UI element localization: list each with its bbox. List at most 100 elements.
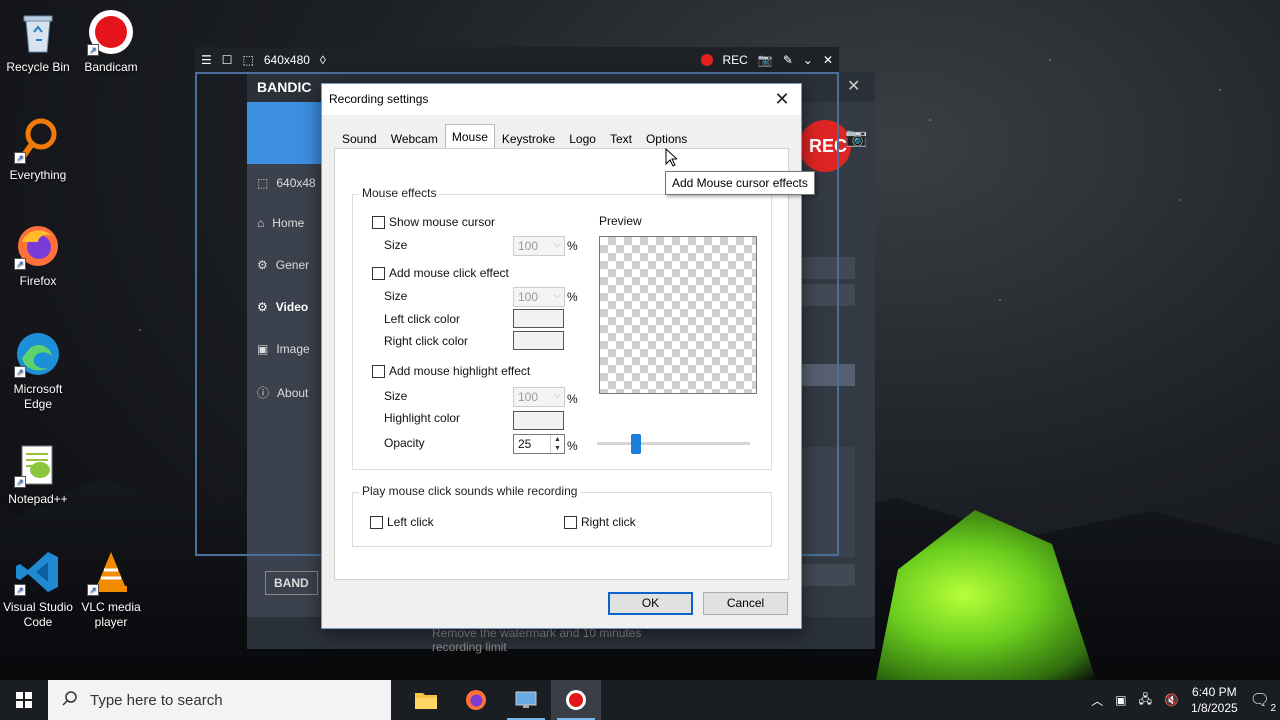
search-icon	[62, 690, 78, 710]
desktop-icon-vlc[interactable]: ↗ VLC media player	[73, 548, 149, 630]
capture-rec-button[interactable]: REC	[723, 53, 748, 67]
mouse-tab-panel: Mouse effects Show mouse cursor Size 100…	[334, 148, 789, 580]
recording-settings-dialog: Recording settings ✕ Sound Webcam Mouse …	[321, 83, 802, 629]
taskbar-remote-desktop[interactable]	[501, 680, 551, 720]
taskbar-firefox[interactable]	[451, 680, 501, 720]
highlight-color-swatch[interactable]	[513, 411, 564, 430]
right-click-color-label: Right click color	[384, 334, 469, 348]
percent-label: %	[567, 290, 578, 304]
highlight-color-label: Highlight color	[384, 411, 461, 425]
capture-resolution[interactable]: 640x480	[264, 53, 310, 67]
stepper-arrows-icon[interactable]: ▲ ▼	[550, 435, 564, 453]
percent-label: %	[567, 239, 578, 253]
capture-toolbar: ☰ ☐ ⬚ 640x480 ◊ REC 📷 ✎ ⌄ ✕	[195, 47, 839, 72]
cursor-size-select[interactable]: 100 ⌵	[513, 236, 565, 256]
start-button[interactable]	[0, 680, 48, 720]
size-label: Size	[384, 289, 408, 303]
screenshot-icon[interactable]: 📷	[758, 53, 773, 67]
right-click-sound-option[interactable]: Right click	[564, 515, 636, 529]
clock-date: 1/8/2025	[1190, 701, 1238, 715]
opacity-label: Opacity	[384, 436, 425, 450]
notepadpp-icon: ↗	[14, 440, 62, 488]
shortcut-arrow-icon: ↗	[14, 152, 26, 164]
desktop-icon-vscode[interactable]: ↗ Visual Studio Code	[0, 548, 76, 630]
vlc-icon: ↗	[87, 548, 135, 596]
taskbar-bandicam[interactable]	[551, 680, 601, 720]
dialog-title: Recording settings	[322, 84, 801, 115]
ok-button[interactable]: OK	[608, 592, 693, 615]
cancel-button[interactable]: Cancel	[703, 592, 788, 615]
folder-icon	[415, 693, 437, 709]
desktop-icon-bandicam[interactable]: ↗ Bandicam	[73, 8, 149, 75]
desktop-icon-label: Everything	[9, 168, 67, 182]
desktop-icon-label: Microsoft Edge	[13, 382, 63, 411]
remote-desktop-icon	[515, 691, 537, 708]
chevron-down-icon: ⌵	[553, 390, 561, 401]
mouse-highlight-effect-option[interactable]: Add mouse highlight effect	[372, 364, 530, 378]
firefox-icon: ↗	[14, 222, 62, 270]
network-icon[interactable]: 🖧	[1139, 690, 1152, 711]
close-icon[interactable]: ✕	[823, 53, 833, 67]
shortcut-arrow-icon: ↗	[87, 44, 99, 56]
chevron-down-icon: ⌵	[553, 239, 561, 250]
mouse-click-effect-option[interactable]: Add mouse click effect	[372, 266, 509, 280]
taskbar-file-explorer[interactable]	[401, 680, 451, 720]
window-select-icon[interactable]: ⬚	[243, 53, 254, 67]
left-click-sound-checkbox[interactable]	[370, 515, 383, 529]
camera-tray-icon[interactable]: ▣	[1115, 693, 1126, 707]
desktop-icon-firefox[interactable]: ↗ Firefox	[0, 222, 76, 289]
right-click-sound-checkbox[interactable]	[564, 515, 577, 529]
shortcut-arrow-icon: ↗	[14, 584, 26, 596]
shortcut-arrow-icon: ↗	[87, 584, 99, 596]
desktop-icon-recycle-bin[interactable]: Recycle Bin	[0, 8, 76, 75]
taskbar-search[interactable]: Type here to search	[48, 680, 391, 720]
edge-icon: ↗	[14, 330, 62, 378]
fps-drop-icon[interactable]: ◊	[320, 53, 326, 67]
camera-icon[interactable]: 📷	[845, 127, 867, 148]
group-title: Mouse effects	[359, 186, 440, 200]
everything-search-icon: ↗	[14, 116, 62, 164]
recycle-bin-icon	[14, 8, 62, 56]
show-mouse-cursor-option[interactable]: Show mouse cursor	[372, 215, 495, 229]
percent-label: %	[567, 439, 578, 453]
shortcut-arrow-icon: ↗	[14, 476, 26, 488]
click-size-select[interactable]: 100 ⌵	[513, 287, 565, 307]
desktop-icon-label: Notepad++	[8, 492, 68, 506]
desktop-icon-notepadpp[interactable]: ↗ Notepad++	[0, 440, 76, 507]
opacity-slider-thumb[interactable]	[631, 434, 641, 454]
desktop-icon-edge[interactable]: ↗ Microsoft Edge	[0, 330, 76, 412]
right-click-color-swatch[interactable]	[513, 331, 564, 350]
notifications-icon[interactable]: 🗨 2	[1250, 690, 1276, 714]
desktop-icon-label: Firefox	[19, 274, 57, 288]
notification-count: 2	[1270, 703, 1276, 714]
taskbar: Type here to search ︿ ▣ 🖧 🔇 6:40 PM 1/8/…	[0, 680, 1280, 720]
bandicam-icon: ↗	[87, 8, 135, 56]
fullscreen-icon[interactable]: ☐	[222, 53, 233, 67]
close-icon[interactable]: ✕	[769, 87, 795, 111]
desktop-icon-everything[interactable]: ↗ Everything	[0, 116, 76, 183]
show-mouse-cursor-checkbox[interactable]	[372, 215, 385, 229]
left-click-color-swatch[interactable]	[513, 309, 564, 328]
opacity-slider-track[interactable]	[597, 442, 750, 445]
mouse-click-effect-checkbox[interactable]	[372, 266, 385, 280]
left-click-sound-option[interactable]: Left click	[370, 515, 434, 529]
chevron-up-icon[interactable]: ︿	[1091, 692, 1103, 709]
close-icon[interactable]: ✕	[847, 76, 860, 96]
search-placeholder: Type here to search	[90, 691, 223, 709]
volume-muted-icon[interactable]: 🔇	[1164, 693, 1179, 707]
windows-logo-icon	[16, 692, 32, 708]
clock[interactable]: 6:40 PM 1/8/2025	[1191, 684, 1238, 716]
pencil-icon[interactable]: ✎	[783, 53, 793, 67]
firefox-icon	[466, 690, 486, 710]
clock-time: 6:40 PM	[1191, 685, 1237, 699]
menu-icon[interactable]: ☰	[201, 53, 212, 67]
highlight-size-select[interactable]: 100 ⌵	[513, 387, 565, 407]
mouse-pointer-icon	[665, 148, 677, 167]
cursor-preview	[599, 236, 757, 394]
desktop-icon-label: Bandicam	[84, 60, 138, 74]
collapse-icon[interactable]: ⌄	[803, 53, 813, 67]
tab-mouse[interactable]: Mouse	[444, 124, 495, 151]
opacity-stepper[interactable]: 25 ▲ ▼	[513, 434, 565, 454]
size-label: Size	[384, 238, 408, 252]
mouse-highlight-effect-checkbox[interactable]	[372, 364, 385, 378]
